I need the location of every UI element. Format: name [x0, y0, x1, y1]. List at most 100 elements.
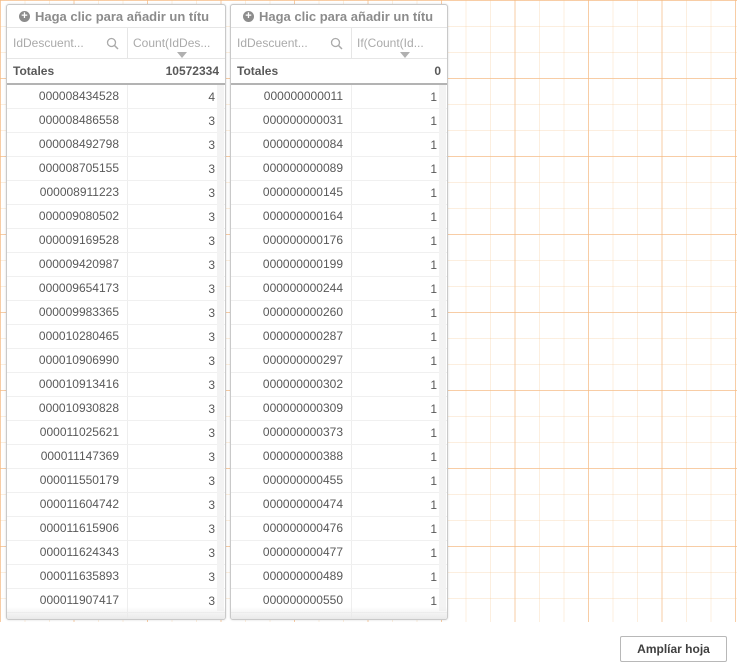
table-row[interactable]: 000000000489 1	[231, 565, 447, 589]
table-row[interactable]: 000008492798 3	[7, 133, 225, 157]
table-object-2[interactable]: + Haga clic para añadir un títu IdDescue…	[230, 4, 448, 620]
table-row[interactable]: 000000000084 1	[231, 133, 447, 157]
table-row[interactable]: 000000000199 1	[231, 253, 447, 277]
measure-cell: 3	[208, 137, 215, 152]
dimension-cell[interactable]: 000000000474	[231, 493, 352, 516]
table-row[interactable]: 000000000031 1	[231, 109, 447, 133]
measure-cell: 3	[208, 521, 215, 536]
scrollbar[interactable]	[439, 85, 446, 611]
dimension-cell[interactable]: 000008911223	[7, 181, 128, 204]
dimension-cell[interactable]: 000011635893	[7, 565, 128, 588]
table-row[interactable]: 000000000089 1	[231, 157, 447, 181]
table-row[interactable]: 000009169528 3	[7, 229, 225, 253]
table-row[interactable]: 000008434528 4	[7, 85, 225, 109]
table-row[interactable]: 000008705155 3	[7, 157, 225, 181]
dimension-cell[interactable]: 000000000373	[231, 421, 352, 444]
dimension-cell[interactable]: 000008492798	[7, 133, 128, 156]
dimension-cell[interactable]: 000000000477	[231, 541, 352, 564]
dimension-cell[interactable]: 000000000297	[231, 349, 352, 372]
expand-sheet-button[interactable]: Amplíar hoja	[620, 636, 727, 662]
search-icon[interactable]	[330, 37, 343, 50]
dimension-cell[interactable]: 000000000176	[231, 229, 352, 252]
table-row[interactable]: 000000000474 1	[231, 493, 447, 517]
dimension-cell[interactable]: 000008486558	[7, 109, 128, 132]
dimension-cell[interactable]: 000010913416	[7, 373, 128, 396]
dimension-cell[interactable]: 000008434528	[7, 85, 128, 108]
dimension-cell[interactable]: 000000000031	[231, 109, 352, 132]
dimension-cell[interactable]: 000011604742	[7, 493, 128, 516]
dimension-cell[interactable]: 000011615906	[7, 517, 128, 540]
dimension-cell[interactable]: 000011624343	[7, 541, 128, 564]
table-row[interactable]: 000010913416 3	[7, 373, 225, 397]
table-row[interactable]: 000000000176 1	[231, 229, 447, 253]
dimension-cell[interactable]: 000011550179	[7, 469, 128, 492]
table-title[interactable]: + Haga clic para añadir un títu	[231, 5, 447, 27]
search-icon[interactable]	[106, 37, 119, 50]
table-row[interactable]: 000000000477 1	[231, 541, 447, 565]
dimension-cell[interactable]: 000009654173	[7, 277, 128, 300]
table-row[interactable]: 000000000297 1	[231, 349, 447, 373]
dimension-cell[interactable]: 000000000309	[231, 397, 352, 420]
dimension-cell[interactable]: 000010930828	[7, 397, 128, 420]
column-header-measure[interactable]: Count(IdDes...	[128, 28, 225, 58]
dimension-cell[interactable]: 000000000489	[231, 565, 352, 588]
column-header-dimension[interactable]: IdDescuent...	[7, 28, 128, 58]
table-row[interactable]: 000000000145 1	[231, 181, 447, 205]
dimension-cell[interactable]: 000000000455	[231, 469, 352, 492]
table-row[interactable]: 000008911223 3	[7, 181, 225, 205]
dimension-cell[interactable]: 000000000302	[231, 373, 352, 396]
dimension-cell[interactable]: 000011025621	[7, 421, 128, 444]
table-row[interactable]: 000000000309 1	[231, 397, 447, 421]
dimension-cell[interactable]: 000009420987	[7, 253, 128, 276]
table-row[interactable]: 000000000388 1	[231, 445, 447, 469]
table-row[interactable]: 000009420987 3	[7, 253, 225, 277]
table-row[interactable]: 000011604742 3	[7, 493, 225, 517]
dimension-cell[interactable]: 000000000145	[231, 181, 352, 204]
table-row[interactable]: 000011147369 3	[7, 445, 225, 469]
table-row[interactable]: 000000000455 1	[231, 469, 447, 493]
dimension-cell[interactable]: 000009080502	[7, 205, 128, 228]
column-header-dimension[interactable]: IdDescuent...	[231, 28, 352, 58]
table-row[interactable]: 000000000476 1	[231, 517, 447, 541]
table-title[interactable]: + Haga clic para añadir un títu	[7, 5, 225, 27]
table-row[interactable]: 000000000287 1	[231, 325, 447, 349]
table-row[interactable]: 000011624343 3	[7, 541, 225, 565]
dimension-cell[interactable]: 000009169528	[7, 229, 128, 252]
dimension-cell[interactable]: 000009983365	[7, 301, 128, 324]
table-row[interactable]: 000011025621 3	[7, 421, 225, 445]
table-row[interactable]: 000000000373 1	[231, 421, 447, 445]
dimension-cell[interactable]: 000000000260	[231, 301, 352, 324]
measure-cell: 1	[430, 449, 437, 464]
table-row[interactable]: 000009080502 3	[7, 205, 225, 229]
table-object-1[interactable]: + Haga clic para añadir un títu IdDescue…	[6, 4, 226, 620]
table-row[interactable]: 000010906990 3	[7, 349, 225, 373]
table-row[interactable]: 000000000011 1	[231, 85, 447, 109]
table-row[interactable]: 000000000244 1	[231, 277, 447, 301]
table-row[interactable]: 000010280465 3	[7, 325, 225, 349]
dimension-cell[interactable]: 000011147369	[7, 445, 128, 468]
dimension-cell[interactable]: 000008705155	[7, 157, 128, 180]
dimension-cell[interactable]: 000000000011	[231, 85, 352, 108]
table-row[interactable]: 000009983365 3	[7, 301, 225, 325]
dimension-cell[interactable]: 000000000089	[231, 157, 352, 180]
dimension-cell[interactable]: 000000000388	[231, 445, 352, 468]
dimension-cell[interactable]: 000000000244	[231, 277, 352, 300]
table-row[interactable]: 000009654173 3	[7, 277, 225, 301]
table-row[interactable]: 000000000302 1	[231, 373, 447, 397]
table-row[interactable]: 000000000260 1	[231, 301, 447, 325]
table-row[interactable]: 000011550179 3	[7, 469, 225, 493]
dimension-cell[interactable]: 000010280465	[7, 325, 128, 348]
table-row[interactable]: 000011615906 3	[7, 517, 225, 541]
dimension-cell[interactable]: 000000000084	[231, 133, 352, 156]
table-row[interactable]: 000008486558 3	[7, 109, 225, 133]
scrollbar[interactable]	[217, 85, 224, 611]
column-header-measure[interactable]: If(Count(Id...	[352, 28, 447, 58]
table-row[interactable]: 000000000164 1	[231, 205, 447, 229]
dimension-cell[interactable]: 000000000287	[231, 325, 352, 348]
dimension-cell[interactable]: 000000000199	[231, 253, 352, 276]
table-row[interactable]: 000010930828 3	[7, 397, 225, 421]
dimension-cell[interactable]: 000000000164	[231, 205, 352, 228]
table-row[interactable]: 000011635893 3	[7, 565, 225, 589]
dimension-cell[interactable]: 000010906990	[7, 349, 128, 372]
dimension-cell[interactable]: 000000000476	[231, 517, 352, 540]
